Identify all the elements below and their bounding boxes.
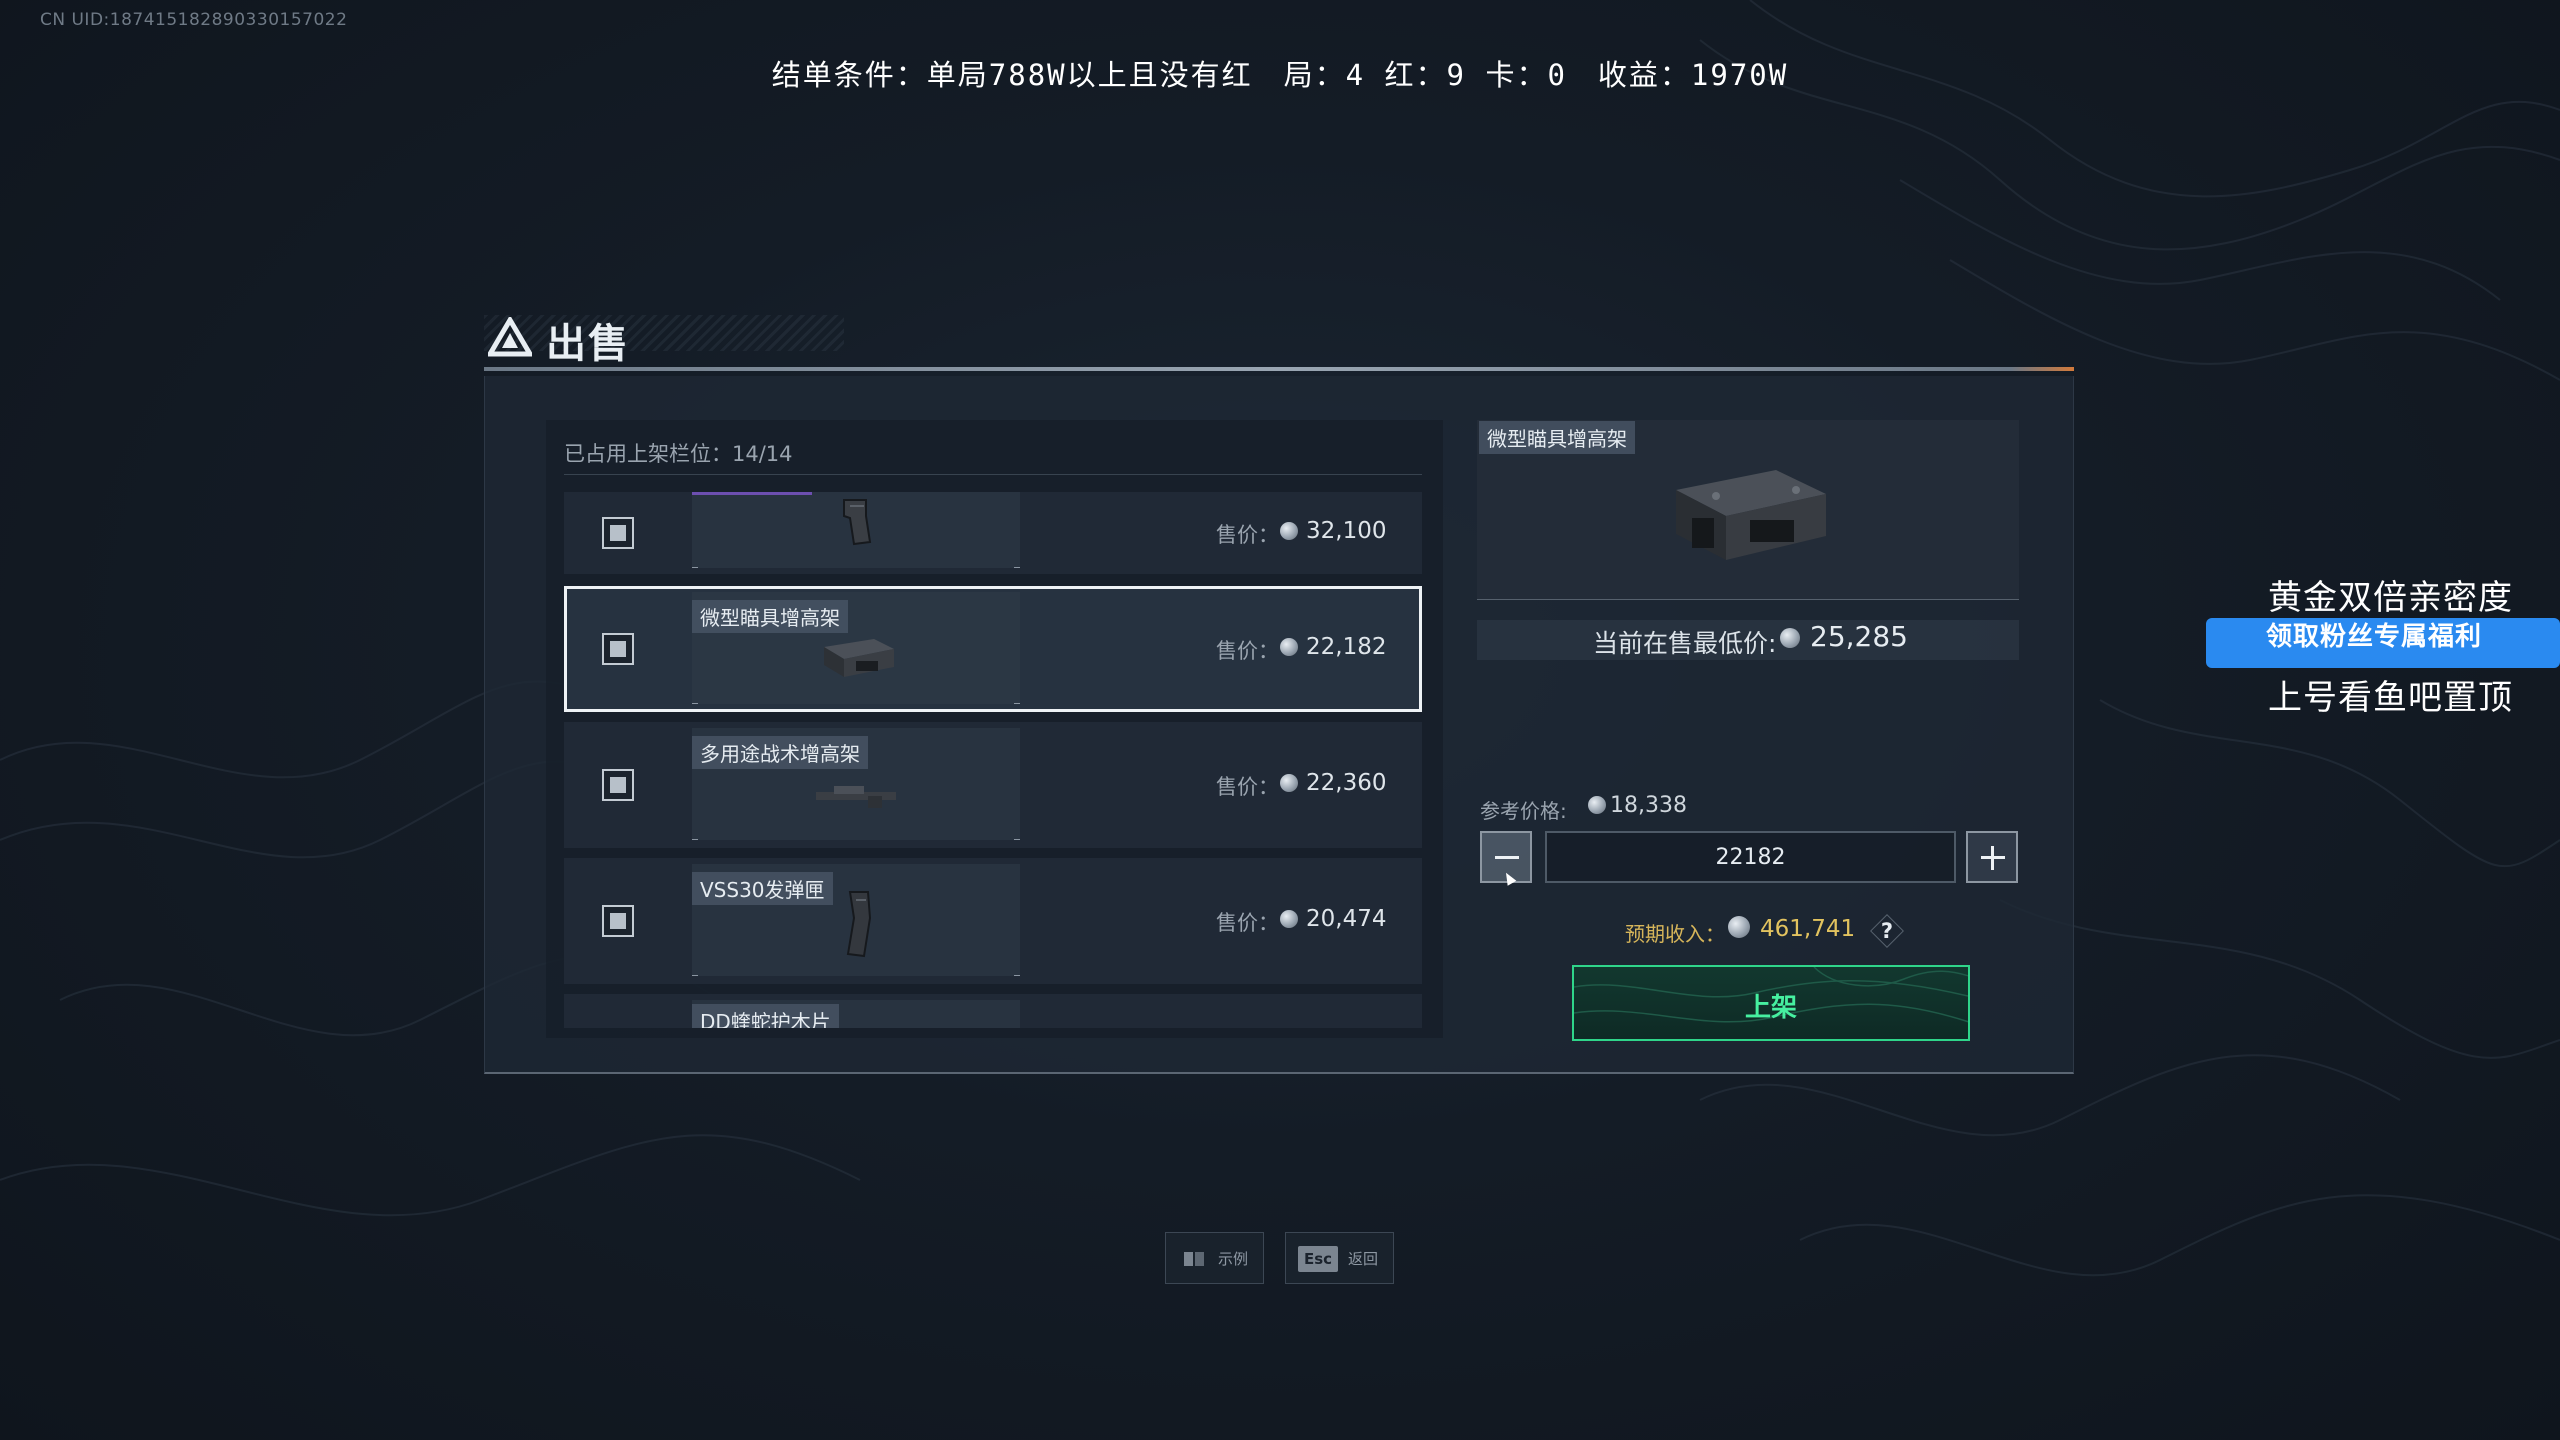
expected-income-label: 预期收入：	[1625, 922, 1725, 946]
lowest-price-value: 25,285	[1780, 620, 1908, 653]
listing-row[interactable]: 售价： 32,100	[564, 492, 1422, 574]
item-thumbnail	[692, 492, 1020, 568]
list-button-label: 上架	[1744, 993, 1797, 1023]
help-icon[interactable]: ?	[1870, 914, 1904, 948]
detail-divider	[1477, 599, 2019, 600]
listing-row[interactable]: 多用途战术增高架 售价： 22,360	[564, 722, 1422, 848]
grip-item-icon	[843, 499, 872, 546]
reference-price-value: 18,338	[1588, 793, 1687, 818]
slots-divider	[564, 474, 1422, 475]
reference-price-label: 参考价格:	[1480, 799, 1567, 823]
slots-used-label: 已占用上架栏位：14/14	[564, 442, 793, 466]
promo-line-3: 上号看鱼吧置顶	[2268, 678, 2513, 718]
detail-item-image	[1676, 470, 1826, 560]
coin-icon	[1280, 910, 1298, 928]
price-label: 售价：	[1216, 523, 1279, 547]
item-name: DD蝰蛇护木片	[692, 1004, 839, 1028]
price-value: 32,100	[1280, 518, 1386, 544]
price-value: 22,182	[1280, 634, 1386, 660]
row-checkbox[interactable]	[602, 769, 634, 801]
plus-icon-v	[1991, 846, 1994, 870]
page-title: 出售	[546, 321, 630, 367]
example-button[interactable]: 示例	[1165, 1232, 1264, 1284]
header-stripes	[484, 315, 844, 351]
header-divider	[484, 367, 2074, 371]
minus-icon	[1495, 856, 1519, 859]
help-glyph: ?	[1880, 919, 1894, 943]
listing-row[interactable]: VSS30发弹匣 售价： 20,474	[564, 858, 1422, 984]
listing-list[interactable]: 售价： 32,100 微型瞄具增高架 售价： 22,182 多用途战术增高架 售…	[564, 492, 1426, 1028]
back-label: 返回	[1348, 1250, 1379, 1268]
row-checkbox[interactable]	[602, 517, 634, 549]
coin-icon	[1588, 796, 1606, 814]
coin-icon	[1280, 774, 1298, 792]
detail-item-name: 微型瞄具增高架	[1479, 421, 1635, 454]
coin-icon	[1280, 522, 1298, 540]
lowest-price-label: 当前在售最低价:	[1593, 629, 1777, 658]
price-value: 20,474	[1280, 906, 1386, 932]
promo-line-1: 黄金双倍亲密度	[2268, 578, 2513, 618]
expected-income-value: 461,741	[1728, 916, 1855, 942]
listing-row-selected[interactable]: 微型瞄具增高架 售价： 22,182	[564, 586, 1422, 712]
delta-logo-icon	[488, 317, 532, 357]
price-value: 22,360	[1280, 770, 1386, 796]
list-for-sale-button[interactable]: 上架	[1572, 965, 1970, 1041]
sell-header: 出售	[484, 305, 2074, 373]
tactical-riser-icon	[816, 786, 896, 808]
price-label: 售价：	[1216, 639, 1279, 663]
price-label: 售价：	[1216, 911, 1279, 935]
magazine-icon	[846, 891, 872, 958]
row-checkbox[interactable]	[602, 905, 634, 937]
riser-mount-icon	[824, 639, 894, 677]
coin-icon	[1280, 638, 1298, 656]
listing-row[interactable]: DD蝰蛇护木片	[564, 994, 1422, 1028]
coin-icon	[1728, 916, 1750, 938]
increase-price-button[interactable]	[1966, 831, 2018, 883]
player-uid: CN UID:1874151828903301570​22	[40, 10, 348, 30]
example-label: 示例	[1218, 1250, 1249, 1268]
rarity-stripe	[692, 492, 812, 495]
item-name: 多用途战术增高架	[692, 736, 868, 769]
stream-overlay-banner: 结单条件：单局788W以上且没有红 局：4 红：9 卡：0 收益：1970W	[771, 58, 1789, 92]
price-input[interactable]	[1545, 831, 1956, 883]
back-button[interactable]: Esc 返回	[1285, 1232, 1394, 1284]
row-checkbox[interactable]	[602, 633, 634, 665]
price-label: 售价：	[1216, 775, 1279, 799]
esc-key-badge: Esc	[1298, 1246, 1338, 1272]
book-icon	[1184, 1252, 1204, 1266]
coin-icon	[1780, 628, 1800, 648]
item-name: VSS30发弹匣	[692, 872, 833, 905]
promo-line-2: 领取粉丝专属福利	[2266, 622, 2483, 652]
